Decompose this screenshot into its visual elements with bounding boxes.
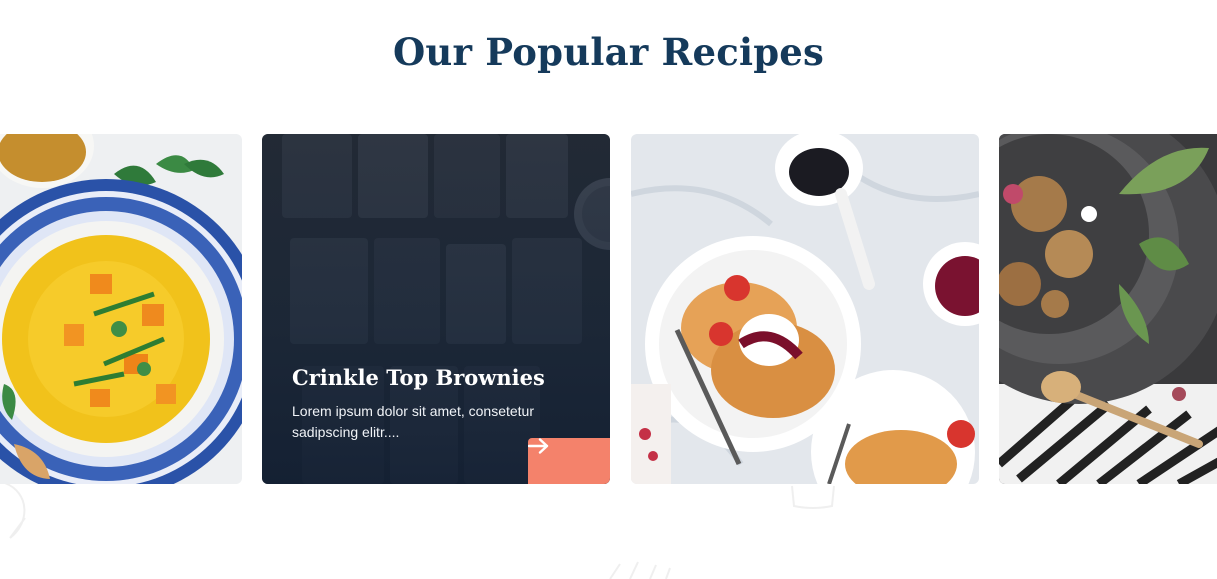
recipe-carousel[interactable]: Crinkle Top Brownies Lorem ipsum dolor s… [0, 134, 1217, 484]
recipe-card[interactable] [631, 134, 979, 484]
decorative-herb-icon [609, 561, 671, 579]
recipe-title[interactable]: Crinkle Top Brownies [292, 365, 545, 390]
granola-bowl-image [999, 134, 1217, 484]
section-title: Our Popular Recipes [392, 30, 825, 74]
decorative-jar-icon [791, 485, 835, 509]
arrow-right-icon [528, 438, 549, 454]
recipe-card[interactable] [999, 134, 1217, 484]
recipe-description: Lorem ipsum dolor sit amet, consetetur s… [292, 403, 534, 440]
pancakes-image [631, 134, 979, 484]
decorative-leaf-icon [4, 482, 26, 539]
recipe-card-featured[interactable]: Crinkle Top Brownies Lorem ipsum dolor s… [262, 134, 610, 484]
recipe-card[interactable] [0, 134, 242, 484]
curry-bowl-image [0, 134, 242, 484]
view-recipe-button[interactable] [528, 438, 610, 484]
